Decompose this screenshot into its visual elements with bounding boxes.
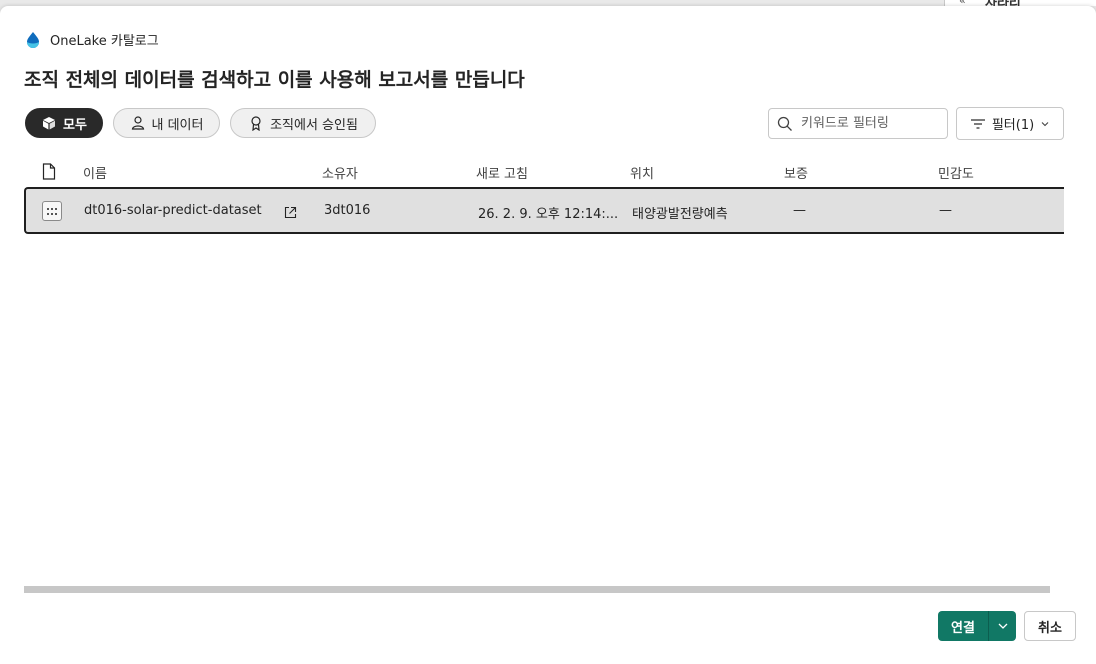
connect-button[interactable]: 연결 (938, 611, 988, 641)
person-icon (131, 116, 144, 130)
connect-options-button[interactable] (988, 611, 1016, 641)
row-sensitivity: — (939, 203, 952, 218)
column-header-refresh[interactable]: 새로 고침 (476, 163, 528, 182)
filter-button[interactable]: 필터(1) (956, 107, 1064, 140)
column-header-name[interactable]: 이름 (83, 163, 107, 182)
cancel-button[interactable]: 취소 (1024, 611, 1076, 641)
row-name[interactable]: dt016-solar-predict-dataset (84, 203, 262, 218)
filter-pill-label: 조직에서 승인됨 (270, 117, 358, 133)
dialog-title: 조직 전체의 데이터를 검색하고 이를 사용해 보고서를 만듭니다 (24, 69, 525, 91)
filter-button-label: 필터(1) (991, 118, 1035, 133)
search-icon (777, 116, 792, 131)
column-header-endorsement[interactable]: 보증 (784, 163, 808, 182)
horizontal-scrollbar[interactable] (24, 586, 1050, 593)
search-input[interactable] (799, 115, 943, 132)
row-owner: 3dt016 (324, 203, 371, 218)
filter-icon (970, 118, 985, 129)
semantic-model-icon (42, 201, 62, 221)
filter-pill-my-data[interactable]: 내 데이터 (113, 108, 220, 138)
row-endorsement: — (793, 203, 806, 218)
ribbon-icon (251, 116, 261, 131)
filter-pill-endorsed[interactable]: 조직에서 승인됨 (230, 108, 376, 138)
column-header-location[interactable]: 위치 (630, 163, 654, 182)
open-external-icon[interactable] (284, 206, 297, 219)
chevron-down-icon (998, 623, 1007, 629)
filter-pill-label: 내 데이터 (151, 117, 204, 133)
connect-split-button: 연결 (938, 611, 1016, 641)
dialog-app-header: OneLake 카탈로그 (24, 30, 159, 49)
row-location: 태양광발전량예측 (632, 207, 728, 222)
app-name: OneLake 카탈로그 (50, 34, 159, 49)
filter-pill-label: 모두 (63, 117, 87, 133)
table-row[interactable]: dt016-solar-predict-dataset 3dt016 26. 2… (24, 187, 1064, 234)
keyword-search-box[interactable] (768, 108, 948, 139)
column-header-owner[interactable]: 소유자 (322, 163, 358, 182)
onelake-icon (27, 31, 39, 48)
onelake-catalog-dialog: OneLake 카탈로그 조직 전체의 데이터를 검색하고 이를 사용해 보고서… (0, 6, 1096, 664)
filter-pill-all[interactable]: 모두 (25, 108, 103, 138)
cube-icon (43, 117, 56, 130)
chevron-down-icon (1041, 121, 1049, 126)
file-type-icon (42, 163, 56, 180)
row-refresh: 26. 2. 9. 오후 12:14:... (478, 207, 619, 222)
column-header-sensitivity[interactable]: 민감도 (938, 163, 974, 182)
